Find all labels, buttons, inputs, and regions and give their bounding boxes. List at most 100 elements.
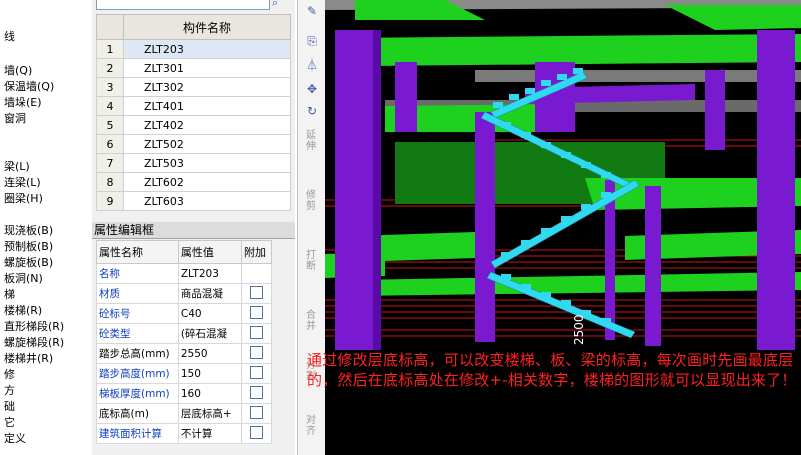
tree-item[interactable]: 窗洞 xyxy=(4,112,26,126)
tree-item[interactable]: 础 xyxy=(4,400,15,414)
tree-item[interactable]: 修 xyxy=(4,368,15,382)
tree-item[interactable]: 楼梯(R) xyxy=(4,304,42,318)
tree-item[interactable]: 现浇板(B) xyxy=(4,224,53,238)
annotation-note: 通过修改层底标高，可以改变楼梯、板、梁的标高，每次画时先画最底层的，然后在底标高… xyxy=(307,351,797,389)
tree-item[interactable]: 直形梯段(R) xyxy=(4,320,64,334)
tree-item[interactable]: 连梁(L) xyxy=(4,176,41,190)
toolbar-label[interactable]: 对齐 xyxy=(305,415,317,437)
component-row[interactable]: 8 ZLT602 xyxy=(96,172,291,192)
row-index: 6 xyxy=(96,134,124,154)
property-extra[interactable] xyxy=(240,403,273,424)
tree-item[interactable]: 墙(Q) xyxy=(4,64,32,78)
property-name: 砼类型 xyxy=(96,323,179,344)
toolbar-label[interactable]: 延伸 xyxy=(305,130,317,152)
property-value[interactable]: 不计算 xyxy=(177,423,242,444)
component-name[interactable]: ZLT503 xyxy=(123,153,291,173)
component-row[interactable]: 1 ZLT203 xyxy=(96,39,291,59)
component-name[interactable]: ZLT302 xyxy=(123,77,291,97)
tree-item[interactable]: 梁(L) xyxy=(4,160,30,174)
pen-icon[interactable]: ✎ xyxy=(302,4,322,20)
property-extra[interactable] xyxy=(240,423,273,444)
property-row[interactable]: 底标高(m) 层底标高+ xyxy=(96,403,273,424)
component-row[interactable]: 7 ZLT503 xyxy=(96,153,291,173)
property-row[interactable]: 建筑面积计算 不计算 xyxy=(96,423,273,444)
component-name[interactable]: ZLT502 xyxy=(123,134,291,154)
property-value[interactable]: 160 xyxy=(177,383,242,404)
tree-item[interactable]: 楼梯井(R) xyxy=(4,352,53,366)
component-name[interactable]: ZLT602 xyxy=(123,172,291,192)
tree-item[interactable]: 圈梁(H) xyxy=(4,192,43,206)
extra-checkbox[interactable] xyxy=(249,365,263,379)
mirror-icon[interactable]: ⏃ xyxy=(302,56,322,72)
extra-checkbox[interactable] xyxy=(249,345,263,359)
tree-item[interactable]: 线 xyxy=(4,30,15,44)
property-row[interactable]: 名称 ZLT203 xyxy=(96,263,273,284)
property-extra[interactable] xyxy=(240,303,273,324)
component-row[interactable]: 6 ZLT502 xyxy=(96,134,291,154)
component-row[interactable]: 9 ZLT603 xyxy=(96,191,291,211)
property-row[interactable]: 踏步总高(mm) 2550 xyxy=(96,343,273,364)
toolbar-label[interactable]: 修剪 xyxy=(305,190,317,212)
property-row[interactable]: 材质 商品混凝 xyxy=(96,283,273,304)
component-row[interactable]: 3 ZLT302 xyxy=(96,77,291,97)
property-row[interactable]: 砼标号 C40 xyxy=(96,303,273,324)
tree-item[interactable]: 板洞(N) xyxy=(4,272,43,286)
row-index: 4 xyxy=(96,96,124,116)
property-value[interactable]: 150 xyxy=(177,363,242,384)
property-extra[interactable] xyxy=(240,283,273,304)
property-extra[interactable] xyxy=(240,343,273,364)
extra-checkbox[interactable] xyxy=(249,425,263,439)
toolbar-label[interactable]: 打断 xyxy=(305,250,317,272)
tree-item[interactable]: 螺旋梯段(R) xyxy=(4,336,64,350)
tree-item[interactable]: 定义 xyxy=(4,432,26,446)
component-name[interactable]: ZLT401 xyxy=(123,96,291,116)
move-icon[interactable]: ✥ xyxy=(302,82,322,98)
property-value[interactable]: ZLT203 xyxy=(177,263,242,284)
toolbar-label[interactable]: 合并 xyxy=(305,310,317,332)
property-extra[interactable] xyxy=(240,263,273,284)
property-row[interactable]: 砼类型 (碎石混凝 xyxy=(96,323,273,344)
row-index: 2 xyxy=(96,58,124,78)
search-input[interactable] xyxy=(96,0,270,10)
tree-item[interactable]: 它 xyxy=(4,416,15,430)
extra-checkbox[interactable] xyxy=(249,305,263,319)
component-name[interactable]: ZLT203 xyxy=(123,39,291,59)
component-name[interactable]: ZLT603 xyxy=(123,191,291,211)
component-name[interactable]: ZLT402 xyxy=(123,115,291,135)
extra-checkbox[interactable] xyxy=(249,405,263,419)
extra-checkbox[interactable] xyxy=(249,385,263,399)
tree-item[interactable]: 方 xyxy=(4,384,15,398)
extra-checkbox[interactable] xyxy=(249,325,263,339)
tree-item[interactable]: 预制板(B) xyxy=(4,240,53,254)
property-name: 砼标号 xyxy=(96,303,179,324)
property-extra[interactable] xyxy=(240,383,273,404)
property-table: 属性名称 属性值 附加 名称 ZLT203 材质 商品混凝 砼标号 C40 砼类型 (碎石混凝… xyxy=(96,240,273,444)
row-index: 8 xyxy=(96,172,124,192)
tree-item[interactable]: 梯 xyxy=(4,288,15,302)
rotate-icon[interactable]: ↻ xyxy=(302,104,322,120)
property-panel-title: 属性编辑框 ᛕ × xyxy=(92,222,364,253)
property-extra[interactable] xyxy=(240,363,273,384)
property-value[interactable]: C40 xyxy=(177,303,242,324)
component-name[interactable]: ZLT301 xyxy=(123,58,291,78)
row-index: 9 xyxy=(96,191,124,211)
component-list: 构件名称 1 ZLT203 2 ZLT301 3 ZLT302 4 ZLT401 5 ZLT402… xyxy=(96,14,291,211)
component-row[interactable]: 2 ZLT301 xyxy=(96,58,291,78)
property-value[interactable]: (碎石混凝 xyxy=(177,323,242,344)
search-icon[interactable]: ⌕ xyxy=(272,0,290,9)
property-extra[interactable] xyxy=(240,323,273,344)
tree-item[interactable]: 墙垛(E) xyxy=(4,96,42,110)
extra-checkbox[interactable] xyxy=(249,285,263,299)
property-value[interactable]: 2550 xyxy=(177,343,242,364)
property-panel-title-label: 属性编辑框 xyxy=(94,223,155,237)
property-value[interactable]: 层底标高+ xyxy=(177,403,242,424)
tree-item[interactable]: 保温墙(Q) xyxy=(4,80,54,94)
property-value[interactable]: 商品混凝 xyxy=(177,283,242,304)
property-row[interactable]: 梯板厚度(mm) 160 xyxy=(96,383,273,404)
copy-icon[interactable]: ⎘ xyxy=(302,34,322,50)
tree-item[interactable]: 螺旋板(B) xyxy=(4,256,53,270)
prop-extra-header: 附加 xyxy=(240,240,273,264)
property-row[interactable]: 踏步高度(mm) 150 xyxy=(96,363,273,384)
component-row[interactable]: 5 ZLT402 xyxy=(96,115,291,135)
component-row[interactable]: 4 ZLT401 xyxy=(96,96,291,116)
